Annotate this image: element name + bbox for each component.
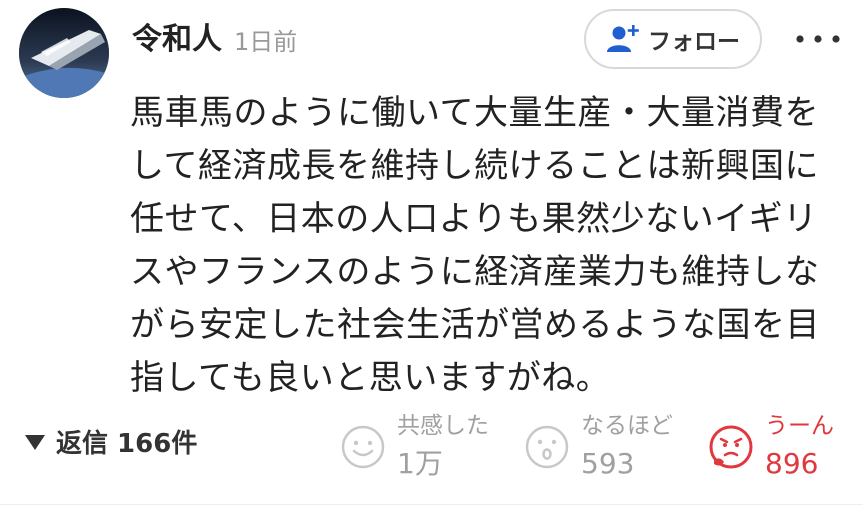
reaction-empathy-count: 1万 bbox=[397, 447, 443, 480]
add-user-icon bbox=[607, 25, 639, 52]
divider bbox=[0, 504, 863, 505]
reaction-naruhodo-count: 593 bbox=[581, 447, 635, 480]
more-button[interactable] bbox=[794, 24, 842, 54]
post-time: 1日前 bbox=[234, 28, 298, 56]
smile-face-icon bbox=[341, 425, 385, 469]
reaction-naruhodo-label: なるほど bbox=[581, 413, 673, 439]
comment-text: 馬車馬のように働いて大量生産・大量消費を して経済成長を維持し続けることは新興国… bbox=[130, 93, 820, 398]
more-dots-icon bbox=[796, 35, 840, 43]
avatar[interactable] bbox=[19, 8, 109, 98]
triangle-down-icon bbox=[25, 434, 45, 450]
reaction-uun-count: 896 bbox=[765, 447, 819, 480]
replies-label: 返信 166件 bbox=[56, 429, 198, 459]
replies-toggle[interactable]: 返信 166件 bbox=[24, 423, 197, 460]
avatar-image bbox=[19, 8, 109, 98]
username[interactable]: 令和人 bbox=[132, 20, 222, 60]
follow-button[interactable]: フォロー bbox=[584, 9, 762, 69]
reaction-empathy-label: 共感した bbox=[397, 413, 489, 439]
follow-label: フォロー bbox=[648, 29, 740, 55]
comment-card: 令和人 1日前 フォロー 馬車馬のように働いて大量生産・大量消費を して経済成長… bbox=[0, 0, 863, 508]
hmm-face-icon bbox=[709, 425, 753, 469]
surprised-face-icon bbox=[525, 425, 569, 469]
reaction-uun-label: うーん bbox=[765, 413, 834, 439]
